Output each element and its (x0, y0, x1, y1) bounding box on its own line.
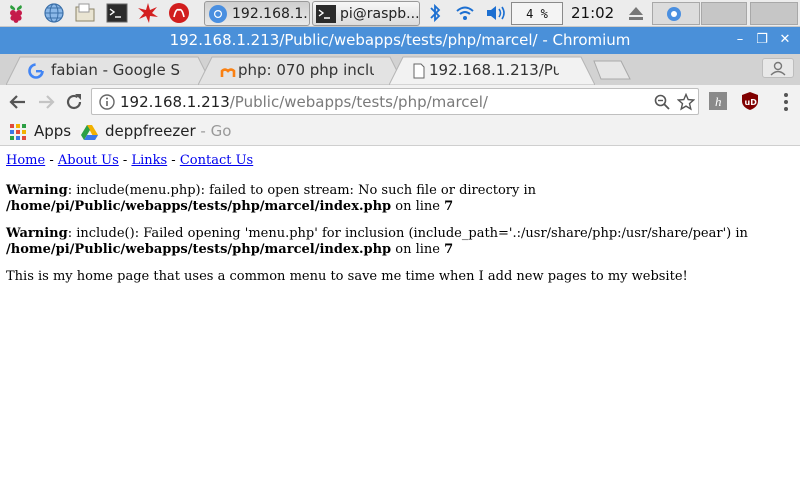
apps-grid-icon[interactable] (10, 124, 26, 140)
warning-line-text: on line (391, 199, 445, 214)
new-tab-button[interactable] (593, 60, 631, 80)
nav-link-contact[interactable]: Contact Us (180, 153, 253, 168)
hypothesis-extension-icon[interactable]: h (708, 91, 728, 111)
tab-php-include[interactable]: php: 070 php inclu (198, 56, 404, 85)
taskbar-task-label: 192.168.1... (232, 5, 310, 22)
warning-line-text: on line (391, 242, 445, 257)
tab-current-page[interactable]: 192.168.1.213/Pub (389, 56, 595, 85)
tab-label: 192.168.1.213/Pub (429, 61, 559, 79)
mathematica-icon[interactable] (137, 2, 159, 24)
url-text: 192.168.1.213/Public/webapps/tests/php/m… (120, 93, 488, 111)
nav-link-links[interactable]: Links (131, 153, 167, 168)
zoom-search-icon[interactable] (653, 93, 671, 111)
maximize-icon[interactable]: ❐ (752, 30, 772, 50)
warning-text: : include(): Failed opening 'menu.php' f… (67, 226, 748, 241)
bluetooth-icon[interactable] (427, 2, 443, 24)
tab-google[interactable]: fabian - Google Se (6, 56, 212, 85)
globe-icon[interactable] (43, 2, 65, 24)
google-drive-icon (81, 125, 98, 140)
profile-button[interactable] (762, 58, 794, 78)
warning-path: /home/pi/Public/webapps/tests/php/marcel… (6, 199, 392, 214)
profile-icon (770, 61, 786, 76)
cpu-usage-value: 4 % (526, 6, 548, 21)
warning-line-number: 7 (444, 242, 454, 257)
php-warning-2: Warning: include(): Failed opening 'menu… (6, 226, 794, 258)
workspace-2[interactable] (701, 2, 747, 25)
tab-strip: fabian - Google Se php: 070 php inclu 19… (0, 54, 800, 85)
nav-separator: - (167, 153, 180, 168)
reload-button[interactable] (62, 90, 86, 114)
bookmark-star-icon[interactable] (677, 93, 695, 111)
nav-separator: - (118, 153, 132, 168)
bookmark-deppfreezer[interactable]: deppfreezer - Go (105, 122, 231, 140)
warning-path: /home/pi/Public/webapps/tests/php/marcel… (6, 242, 392, 257)
bookmark-suffix: - Go (195, 122, 232, 140)
warning-line-number: 7 (444, 199, 454, 214)
chromium-icon (667, 7, 681, 21)
warning-label: Warning (6, 183, 68, 198)
site-nav: Home - About Us - Links - Contact Us (6, 153, 794, 169)
cpu-monitor[interactable]: 4 % (511, 2, 563, 25)
tab-label: php: 070 php inclu (238, 61, 374, 79)
menu-more-icon[interactable] (774, 90, 798, 114)
browser-toolbar: 192.168.1.213/Public/webapps/tests/php/m… (0, 85, 800, 118)
terminal-icon[interactable] (106, 2, 128, 24)
ublock-extension-icon[interactable]: uD (740, 91, 760, 111)
url-host: 192.168.1.213 (120, 93, 230, 111)
back-button[interactable] (6, 90, 30, 114)
workspace-1[interactable] (652, 2, 700, 25)
raspberry-menu-icon[interactable] (5, 2, 27, 24)
window-titlebar[interactable]: 192.168.1.213/Public/webapps/tests/php/m… (0, 27, 800, 54)
url-path: /Public/webapps/tests/php/marcel/ (229, 93, 488, 111)
eject-icon[interactable] (627, 2, 645, 24)
tab-label: fabian - Google Se (51, 61, 181, 79)
taskbar-task-chromium[interactable]: 192.168.1... (204, 1, 310, 26)
info-icon[interactable] (98, 93, 116, 111)
terminal-icon (316, 4, 336, 23)
google-icon (28, 63, 44, 79)
address-bar[interactable]: 192.168.1.213/Public/webapps/tests/php/m… (91, 88, 699, 115)
nav-link-home[interactable]: Home (6, 153, 45, 168)
clock[interactable]: 21:02 (571, 4, 614, 22)
svg-text:h: h (715, 94, 722, 109)
taskbar: 192.168.1... pi@raspb... 4 % 21:02 (0, 0, 800, 27)
body-text: This is my home page that uses a common … (6, 269, 688, 284)
chromium-icon (209, 4, 227, 23)
nav-separator: - (45, 153, 58, 168)
forward-button[interactable] (34, 90, 58, 114)
page-content: Home - About Us - Links - Contact Us War… (0, 147, 800, 480)
moodle-icon (220, 68, 236, 77)
file-manager-icon[interactable] (74, 2, 96, 24)
warning-label: Warning (6, 226, 68, 241)
minimize-icon[interactable]: – (730, 30, 750, 50)
workspace-3[interactable] (750, 2, 798, 25)
taskbar-task-terminal[interactable]: pi@raspb... (312, 1, 420, 26)
window-title: 192.168.1.213/Public/webapps/tests/php/m… (169, 31, 631, 49)
volume-icon[interactable] (484, 2, 508, 24)
wolfram-icon[interactable] (168, 2, 190, 24)
taskbar-task-label: pi@raspb... (340, 5, 420, 22)
nav-link-about[interactable]: About Us (58, 153, 119, 168)
bookmarks-bar: Apps deppfreezer - Go (0, 118, 800, 146)
bookmark-apps[interactable]: Apps (34, 122, 71, 140)
wifi-icon[interactable] (454, 2, 476, 24)
page-icon (413, 63, 425, 79)
warning-text: : include(menu.php): failed to open stre… (67, 183, 537, 198)
close-icon[interactable]: ✕ (775, 30, 795, 50)
bookmark-label: deppfreezer (105, 122, 196, 140)
php-warning-1: Warning: include(menu.php): failed to op… (6, 183, 794, 215)
svg-text:uD: uD (745, 98, 758, 107)
